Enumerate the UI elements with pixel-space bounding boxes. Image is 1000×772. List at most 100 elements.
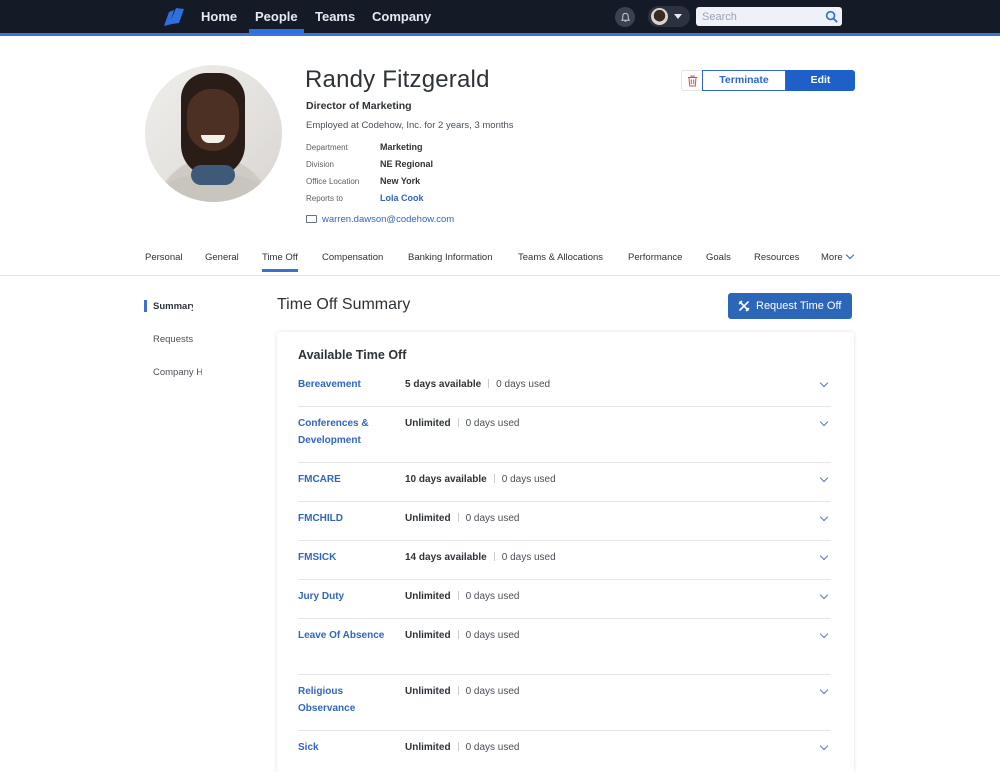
employee-name: Randy Fitzgerald [305,66,490,93]
tab-time-off[interactable]: Time Off [262,252,298,272]
delete-button[interactable] [681,70,702,91]
policy-name[interactable]: Jury Duty [298,589,388,606]
time-off-row[interactable]: FMCHILD Unlimited 0 days used [298,503,831,541]
separator [457,513,459,522]
user-menu-button[interactable] [648,6,690,27]
policy-name[interactable]: Bereavement [298,377,388,394]
card-title: Available Time Off [298,348,407,362]
nav-teams[interactable]: Teams [315,0,355,33]
chevron-down-icon[interactable] [819,512,829,522]
reports-to-label: Reports to [306,194,343,203]
department-value: Marketing [380,142,423,152]
tab-banking-information[interactable]: Banking Information [408,252,493,263]
separator [457,686,459,695]
policy-name[interactable]: Sick [298,740,388,757]
time-off-row[interactable]: Sick Unlimited 0 days used [298,732,831,770]
department-label: Department [306,143,348,152]
chevron-down-icon[interactable] [819,473,829,483]
chevron-down-icon[interactable] [819,551,829,561]
tab-compensation[interactable]: Compensation [322,252,383,263]
tab-goals[interactable]: Goals [706,252,731,263]
policy-name[interactable]: Religious Observance [298,684,388,717]
nav-people[interactable]: People [249,0,304,33]
search-input[interactable] [696,7,816,26]
edit-button[interactable]: Edit [786,70,855,91]
policy-name[interactable]: FMCARE [298,472,388,489]
available-amount: Unlimited [405,742,451,753]
terminate-button[interactable]: Terminate [702,70,786,91]
trash-icon [687,75,697,86]
tab-general[interactable]: General [205,252,239,263]
tab-more[interactable]: More [821,250,854,263]
separator [493,552,495,561]
employment-tenure: Employed at Codehow, Inc. for 2 years, 3… [306,120,514,131]
email-link[interactable]: warren.dawson@codehow.com [322,214,454,225]
envelope-icon [306,215,317,223]
chevron-down-icon[interactable] [819,417,829,427]
office-location-label: Office Location [306,177,360,186]
tab-resources[interactable]: Resources [754,252,799,263]
policy-name[interactable]: FMSICK [298,550,388,567]
chevron-down-icon[interactable] [819,629,829,639]
chevron-down-icon[interactable] [819,378,829,388]
nav-home[interactable]: Home [201,0,237,33]
tab-personal[interactable]: Personal [145,252,183,263]
notifications-button[interactable] [615,7,635,27]
bell-icon [620,12,630,22]
tab-teams-allocations[interactable]: Teams & Allocations [518,252,603,263]
caret-down-icon [674,14,682,19]
reports-to-link[interactable]: Lola Cook [380,193,424,203]
tab-performance[interactable]: Performance [628,252,682,263]
used-amount: 0 days used [465,513,520,524]
separator [457,742,459,751]
used-amount: 0 days used [496,379,551,390]
sidebar-item-requests[interactable]: Requests [153,334,193,345]
used-amount: 0 days used [501,552,556,563]
time-off-row[interactable]: FMSICK 14 days available 0 days used [298,542,831,580]
chevron-down-icon[interactable] [819,685,829,695]
used-amount: 0 days used [465,630,520,641]
used-amount: 0 days used [465,686,520,697]
separator [493,474,495,483]
available-amount: Unlimited [405,686,451,697]
time-off-row[interactable]: Jury Duty Unlimited 0 days used [298,581,831,619]
request-time-off-button[interactable]: Request Time Off [728,293,852,319]
chevron-down-icon[interactable] [819,741,829,751]
used-amount: 0 days used [465,591,520,602]
topbar-accent-line [0,33,1000,36]
time-off-row[interactable]: Leave Of Absence Unlimited 0 days used [298,620,831,675]
policy-name[interactable]: Conferences & Development [298,416,388,449]
airplane-icon [738,300,750,312]
brand-logo-icon[interactable] [160,6,186,28]
photo-collar [191,165,235,185]
profile-photo [145,65,282,202]
available-amount: Unlimited [405,418,451,429]
separator [488,379,490,388]
separator [457,630,459,639]
profile-tabs: Personal General Time Off Compensation B… [0,247,1000,276]
sidebar-item-company-holidays[interactable]: Company Holidays [153,367,202,378]
nav-company[interactable]: Company [372,0,431,33]
available-amount: Unlimited [405,591,451,602]
used-amount: 0 days used [465,418,520,429]
search-box [696,7,842,26]
request-time-off-label: Request Time Off [756,300,842,312]
available-amount: 5 days available [405,379,482,390]
time-off-row[interactable]: Conferences & Development Unlimited 0 day… [298,408,831,463]
available-amount: Unlimited [405,513,451,524]
used-amount: 0 days used [465,742,520,753]
available-amount: Unlimited [405,630,451,641]
chevron-down-icon[interactable] [819,590,829,600]
time-off-row[interactable]: FMCARE 10 days available 0 days used [298,464,831,502]
top-navigation-bar: Home People Teams Company [0,0,1000,33]
used-amount: 0 days used [501,474,556,485]
division-value: NE Regional [380,159,434,169]
policy-name[interactable]: Leave Of Absence [298,628,388,645]
sidebar-item-summary[interactable]: Summary [153,301,193,312]
sidebar-active-indicator [144,300,147,312]
office-location-value: New York [380,176,421,186]
search-icon[interactable] [825,10,838,23]
time-off-row[interactable]: Religious Observance Unlimited 0 days use… [298,676,831,731]
policy-name[interactable]: FMCHILD [298,511,388,528]
time-off-row[interactable]: Bereavement 5 days available 0 days used [298,369,831,407]
